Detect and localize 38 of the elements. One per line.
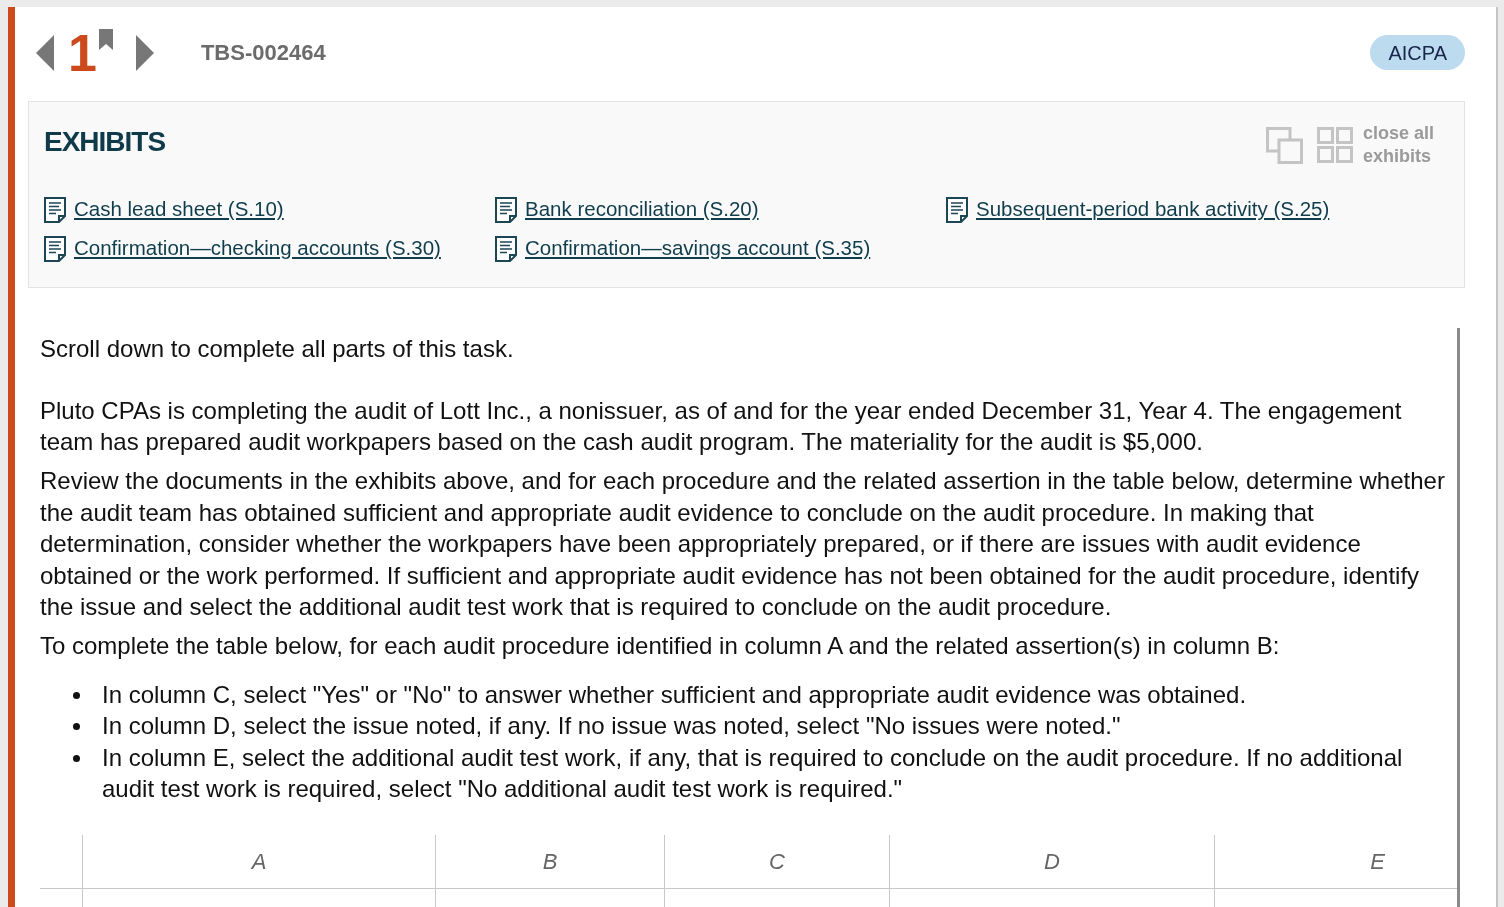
column-header: A <box>251 847 267 876</box>
document-icon <box>495 196 517 223</box>
previous-arrow-button[interactable] <box>36 34 54 71</box>
bookmark-button[interactable] <box>98 28 113 50</box>
task-id: TBS-002464 <box>200 39 326 67</box>
document-icon <box>946 196 968 223</box>
document-icon <box>44 196 66 223</box>
instruction-paragraph: Pluto CPAs is completing the audit of Lott Inc., a nonissuer, as of and for the year ended December 31, Year 4. The engagement team has prepared audit workpapers based on the cash audit program. The materiality for the audit is $5,000. <box>40 395 1403 457</box>
exhibit-link[interactable]: Bank reconciliation (S.20) <box>495 194 759 225</box>
exhibit-link[interactable]: Subsequent-period bank activity (S.25) <box>946 194 1330 225</box>
question-number: 1 <box>68 30 95 75</box>
bullet-icon <box>73 691 80 699</box>
bullet-icon <box>73 723 80 730</box>
left-triangle-icon <box>36 34 54 71</box>
grid-icon <box>1317 127 1353 163</box>
instruction-bullet: In column E, select the additional audit test work, if any, that is required to conclude on the audit procedure. If no additional audit test work is required, select "No additional audit test work is required." <box>102 742 1404 804</box>
instruction-bullet: In column C, select "Yes" or "No" to answer whether sufficient and appropriate audit evidence was obtained. <box>102 679 1248 710</box>
exhibit-link[interactable]: Confirmation—checking accounts (S.30) <box>44 233 441 264</box>
bookmark-icon <box>98 28 113 50</box>
column-header: C <box>769 847 785 876</box>
overlapping-squares-icon <box>1266 126 1303 164</box>
column-header: E <box>1370 847 1385 876</box>
column-header: D <box>1044 847 1060 876</box>
column-header: B <box>542 847 558 876</box>
exhibit-link[interactable]: Confirmation—savings account (S.35) <box>495 233 871 264</box>
next-arrow-button[interactable] <box>135 34 154 71</box>
document-icon <box>44 235 66 262</box>
source-badge: AICPA <box>1370 35 1465 70</box>
exhibit-link[interactable]: Cash lead sheet (S.10) <box>44 194 284 225</box>
instruction-bullet: In column D, select the issue noted, if any. If no issue was noted, select "No issues were noted." <box>102 711 1122 741</box>
bullet-icon <box>73 754 80 762</box>
exhibits-title: EXHIBITS <box>44 125 166 159</box>
instruction-paragraph: Scroll down to complete all parts of this task. <box>40 334 515 364</box>
instruction-paragraph: Review the documents in the exhibits above, and for each procedure and the related assertion in the table below, determine whether the audit team has obtained sufficient and appropriate audit evidence to conclude on the audit procedure. In making that determination, consider whether the workpapers have been appropriately prepared, or if there are issues with audit evidence obtained or the work performed. If sufficient and appropriate audit evidence has not been obtained for the audit procedure, identify the issue and select the additional audit test work that is required to conclude on the audit procedure. <box>40 466 1446 622</box>
scrollbar[interactable] <box>1457 328 1460 907</box>
document-icon <box>495 235 517 262</box>
right-triangle-icon <box>135 34 154 71</box>
instruction-paragraph: To complete the table below, for each audit procedure identified in column A and the related assertion(s) in column B: <box>40 631 1281 661</box>
